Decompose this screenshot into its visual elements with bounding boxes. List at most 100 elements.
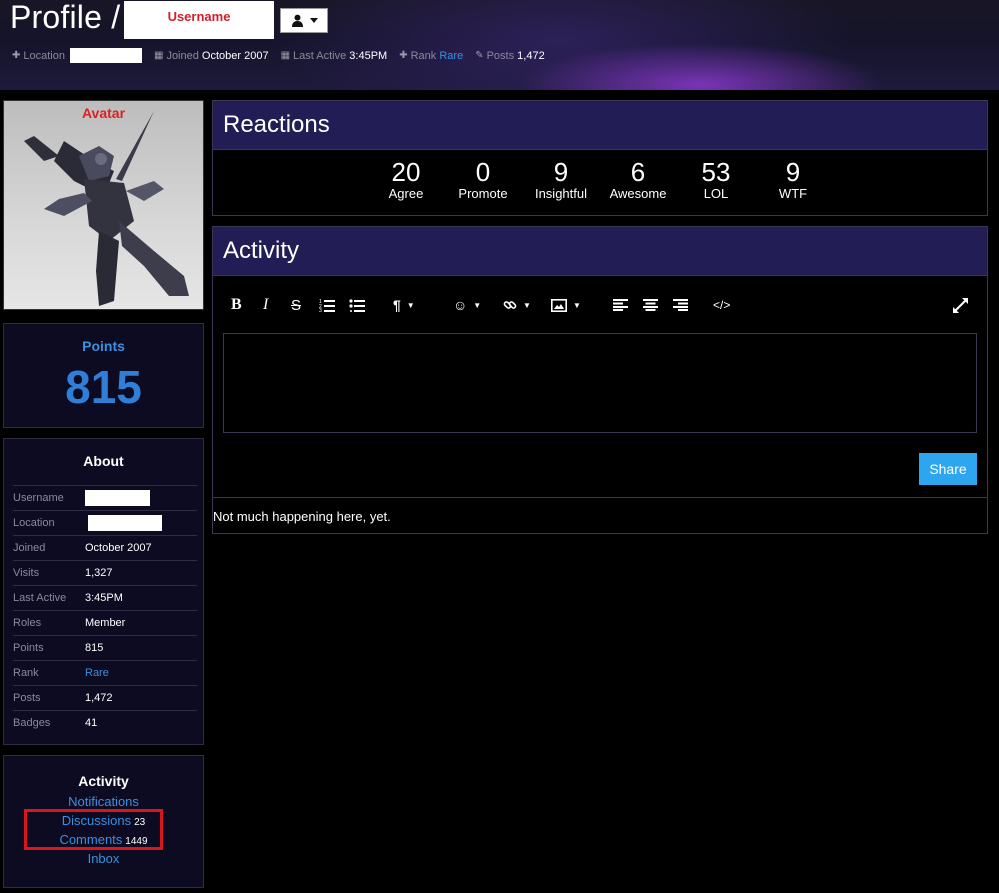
empty-activity-text: Not much happening here, yet. <box>213 509 391 524</box>
reaction-insightful[interactable]: 9 Insightful <box>521 157 601 201</box>
about-key: Visits <box>13 567 40 579</box>
about-value: 815 <box>85 642 104 654</box>
notifications-link[interactable]: Notifications <box>4 794 203 809</box>
about-list: Username Location Joined October 2007 Vi… <box>13 485 197 735</box>
about-title: About <box>83 453 124 469</box>
reactions-title: Reactions <box>213 101 987 150</box>
fullscreen-icon[interactable] <box>953 295 968 315</box>
image-icon[interactable]: ▼ <box>551 295 581 315</box>
username-redaction-box <box>85 490 150 506</box>
reaction-agree[interactable]: 20 Agree <box>366 157 446 201</box>
about-row-badges: Badges 41 <box>13 711 197 735</box>
location-redaction-box <box>88 515 162 531</box>
calendar-icon: ▦ <box>153 50 164 61</box>
about-key: Posts <box>13 692 41 704</box>
about-row-joined: Joined October 2007 <box>13 536 197 561</box>
user-options-button[interactable] <box>280 8 328 33</box>
profile-meta: ✚ Location ▦ Joined October 2007 ▦ Last … <box>12 48 557 63</box>
reaction-label: Agree <box>388 186 424 201</box>
profile-header: Profile / Username ✚ Location ▦ Joined O… <box>0 0 999 90</box>
about-row-posts: Posts 1,472 <box>13 686 197 711</box>
about-key: Joined <box>13 542 46 554</box>
divider <box>213 497 987 498</box>
reaction-awesome[interactable]: 6 Awesome <box>598 157 678 201</box>
about-row-rank: Rank Rare <box>13 661 197 686</box>
username-label: Username <box>167 9 231 24</box>
share-button[interactable]: Share <box>919 453 977 485</box>
pencil-icon: ✎ <box>475 50 484 61</box>
reaction-label: WTF <box>778 186 808 201</box>
chevron-down-icon: ▼ <box>406 300 415 310</box>
bullet-list-icon[interactable] <box>349 295 365 315</box>
emoji-icon[interactable]: ☺ ▼ <box>453 295 481 315</box>
reaction-lol[interactable]: 53 LOL <box>676 157 756 201</box>
about-row-visits: Visits 1,327 <box>13 561 197 586</box>
reaction-label: Insightful <box>534 186 588 201</box>
bold-icon[interactable]: B <box>231 295 242 315</box>
about-key: Username <box>13 492 64 504</box>
rank-label: Rank <box>410 49 437 62</box>
about-key: Last Active <box>13 592 67 604</box>
about-row-location: Location <box>13 511 197 536</box>
activity-title: Activity <box>213 227 987 276</box>
reaction-label: Awesome <box>609 186 667 201</box>
meta-posts: ✎ Posts 1,472 <box>475 50 545 62</box>
about-value: 1,472 <box>85 692 113 704</box>
chevron-down-icon: ▼ <box>573 300 581 310</box>
italic-icon[interactable]: I <box>263 295 268 315</box>
activity-panel: Activity B I S 123 ¶ ▼ ☺ ▼ ▼ ▼ </> Share… <box>212 226 988 534</box>
chevron-down-icon <box>309 18 318 23</box>
reaction-count: 0 <box>475 157 491 187</box>
joined-value: October 2007 <box>201 49 269 62</box>
avatar-image <box>24 111 189 306</box>
chevron-down-icon: ▼ <box>523 300 531 310</box>
ordered-list-icon[interactable]: 123 <box>319 295 335 315</box>
align-left-icon[interactable] <box>613 295 628 315</box>
activity-editor-textarea[interactable] <box>223 333 977 433</box>
about-key: Badges <box>13 717 51 729</box>
about-value: 3:45PM <box>85 592 123 604</box>
inbox-link[interactable]: Inbox <box>4 851 203 866</box>
avatar-label: Avatar <box>81 105 126 121</box>
posts-label: Posts <box>486 49 515 62</box>
highlight-box <box>24 809 163 850</box>
about-key: Location <box>13 517 55 529</box>
align-center-icon[interactable] <box>643 295 658 315</box>
about-value: October 2007 <box>85 542 152 554</box>
strikethrough-icon[interactable]: S <box>291 295 301 315</box>
rank-value-link[interactable]: Rare <box>439 50 463 62</box>
calendar-icon: ▦ <box>280 50 291 61</box>
paragraph-format-icon[interactable]: ¶ ▼ <box>393 295 415 315</box>
code-icon[interactable]: </> <box>713 295 730 315</box>
points-panel: Points 815 <box>3 323 204 428</box>
about-row-last-active: Last Active 3:45PM <box>13 586 197 611</box>
reaction-count: 9 <box>785 157 801 187</box>
about-key: Rank <box>13 667 39 679</box>
reaction-promote[interactable]: 0 Promote <box>443 157 523 201</box>
reaction-count: 6 <box>630 157 646 187</box>
points-value: 815 <box>65 361 142 413</box>
page-title: Profile / <box>10 0 121 35</box>
last-active-value: 3:45PM <box>349 49 388 62</box>
about-row-username: Username <box>13 486 197 511</box>
about-key: Points <box>13 642 44 654</box>
rank-link[interactable]: Rare <box>85 667 109 679</box>
link-icon[interactable]: ▼ <box>503 295 531 315</box>
about-value: 41 <box>85 717 98 729</box>
meta-location: ✚ Location <box>12 48 142 63</box>
location-label: Location <box>23 49 65 62</box>
posts-value: 1,472 <box>517 49 545 62</box>
plus-icon: ✚ <box>12 50 21 61</box>
meta-joined: ▦ Joined October 2007 <box>154 50 269 62</box>
svg-text:3: 3 <box>319 308 322 312</box>
align-right-icon[interactable] <box>673 295 688 315</box>
location-redaction-box <box>69 48 142 63</box>
reaction-count: 9 <box>553 157 569 187</box>
activity-side-title: Activity <box>78 773 129 789</box>
meta-last-active: ▦ Last Active 3:45PM <box>281 50 388 62</box>
reaction-wtf[interactable]: 9 WTF <box>753 157 833 201</box>
avatar[interactable]: Avatar <box>3 100 204 310</box>
meta-rank: ✚ Rank Rare <box>399 50 463 62</box>
plus-icon: ✚ <box>399 50 408 61</box>
last-active-label: Last Active <box>293 49 347 62</box>
